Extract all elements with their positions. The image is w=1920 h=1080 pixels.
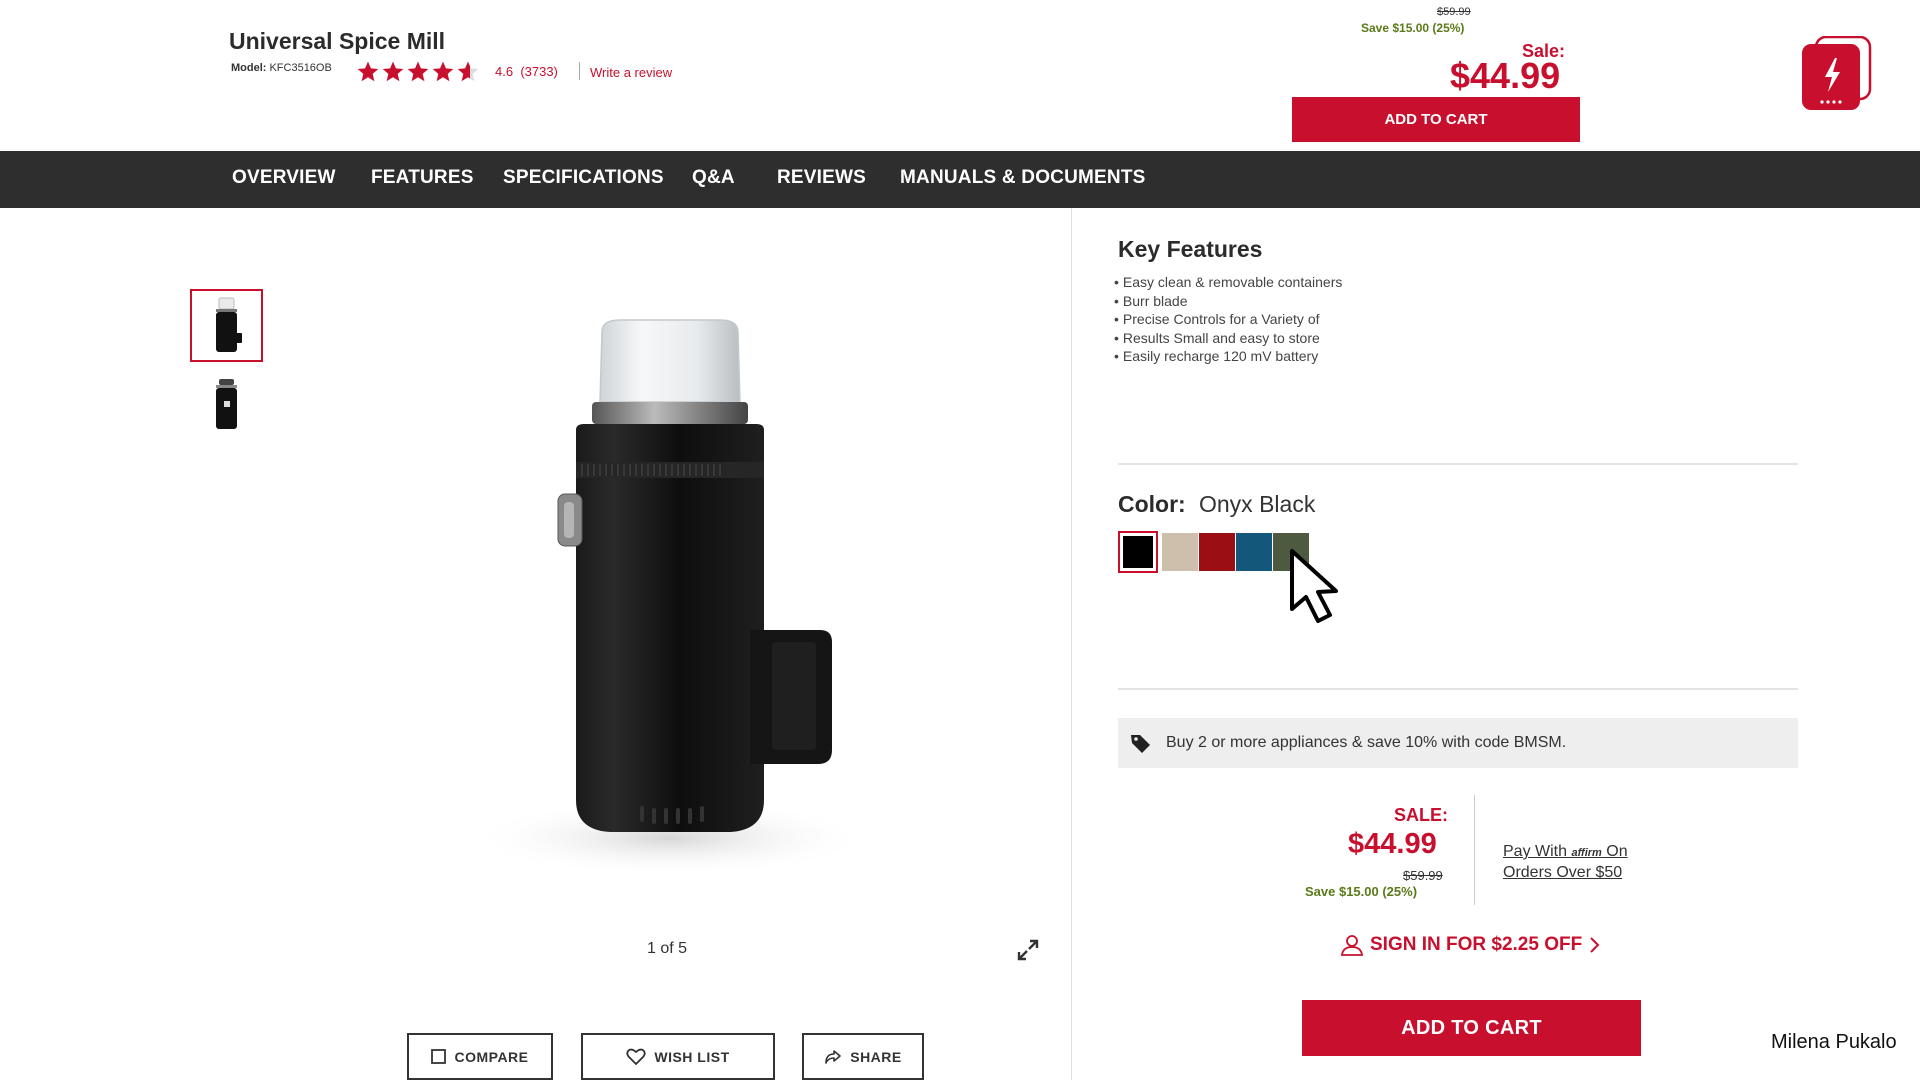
mouse-pointer-icon [1286, 547, 1358, 627]
star-icon [382, 61, 404, 82]
star-icon [357, 61, 379, 82]
affirm-logo: affirm [1571, 847, 1602, 859]
list-item: Easily recharge 120 mV battery [1114, 347, 1342, 366]
sale-label: SALE: [1394, 805, 1448, 825]
header-add-to-cart-button[interactable]: ADD TO CART [1292, 97, 1580, 142]
expand-icon[interactable] [1017, 939, 1039, 961]
compare-label: COMPARE [454, 1048, 529, 1065]
share-icon [825, 1049, 842, 1064]
product-title: Universal Spice Mill [229, 28, 446, 54]
color-swatch-blue[interactable] [1236, 533, 1272, 571]
author-credit: Milena Pukalo [1771, 1031, 1897, 1053]
list-item: Burr blade [1114, 292, 1342, 311]
color-swatch-onyx-black[interactable] [1118, 531, 1158, 573]
color-swatch-red[interactable] [1199, 533, 1235, 571]
rating-stars[interactable] [356, 60, 481, 84]
header-savings: Save $15.00 (25%) [1361, 21, 1465, 35]
model-label: Model: [231, 62, 267, 74]
tab-specifications[interactable]: SPECIFICATIONS [503, 167, 664, 189]
rating-value: 4.6 [495, 64, 514, 79]
tab-manuals-documents[interactable]: MANUALS & DOCUMENTS [900, 167, 1146, 189]
affirm-text: Orders Over $50 [1503, 864, 1623, 881]
image-pager: 1 of 5 [647, 940, 688, 957]
tag-icon [1131, 735, 1150, 753]
divider [579, 62, 580, 80]
tab-qa[interactable]: Q&A [692, 167, 735, 189]
list-item: Easy clean & removable containers [1114, 273, 1342, 292]
wish-list-button[interactable]: WISH LIST [581, 1033, 775, 1080]
divider [1474, 795, 1475, 905]
savings-text: Save $15.00 (25%) [1305, 884, 1418, 899]
checkbox-icon [431, 1049, 447, 1064]
model-info: Model: KFC3516OB [231, 62, 332, 74]
original-price: $59.99 [1403, 868, 1443, 883]
chevron-right-icon [1590, 937, 1600, 953]
tab-reviews[interactable]: REVIEWS [777, 167, 866, 189]
wish-list-label: WISH LIST [654, 1048, 730, 1065]
sign-in-discount-link[interactable]: SIGN IN FOR $2.25 OFF [1340, 934, 1606, 956]
add-to-cart-button[interactable]: ADD TO CART [1302, 1000, 1641, 1056]
color-label: Color: [1118, 491, 1186, 517]
spice-mill-image [470, 319, 870, 876]
rating-summary[interactable]: 4.6 (3733) [495, 64, 558, 79]
product-main-image[interactable] [400, 290, 950, 890]
column-divider [1071, 208, 1072, 1080]
user-icon [1340, 935, 1364, 956]
star-icon [407, 61, 429, 82]
promo-banner: Buy 2 or more appliances & save 10% with… [1118, 718, 1798, 768]
spice-mill-thumbnail-image [215, 378, 237, 429]
sign-in-text: SIGN IN FOR $2.25 OFF [1370, 934, 1583, 955]
sale-price: $44.99 [1348, 828, 1437, 860]
model-number: KFC3516OB [269, 62, 332, 74]
thumbnail-1[interactable] [190, 289, 263, 362]
share-button[interactable]: SHARE [802, 1033, 924, 1080]
affirm-financing-link[interactable]: Pay With affirm On Orders Over $50 [1503, 842, 1628, 882]
header-sale-price: $44.99 [1450, 55, 1561, 96]
tab-features[interactable]: FEATURES [371, 167, 474, 189]
list-item: Precise Controls for a Variety of [1114, 310, 1342, 329]
tab-overview[interactable]: OVERVIEW [232, 167, 336, 189]
selected-color-name: Onyx Black [1199, 491, 1316, 517]
affirm-text: Pay With [1503, 843, 1572, 860]
divider [1118, 688, 1798, 690]
star-icon [457, 61, 479, 82]
star-icon [432, 61, 454, 82]
list-item: Results Small and easy to store [1114, 329, 1342, 348]
write-review-link[interactable]: Write a review [590, 65, 672, 80]
thumbnail-2[interactable] [190, 367, 263, 440]
heart-icon [626, 1048, 647, 1065]
key-features-title: Key Features [1118, 236, 1263, 262]
compare-button[interactable]: COMPARE [407, 1033, 553, 1080]
affirm-text: On [1601, 843, 1628, 860]
divider [1118, 463, 1798, 465]
key-features-list: Easy clean & removable containers Burr b… [1114, 273, 1342, 366]
promo-text: Buy 2 or more appliances & save 10% with… [1166, 734, 1567, 751]
spice-mill-thumbnail-image [215, 297, 242, 352]
header-original-price: $59.99 [1437, 6, 1471, 18]
lightning-icon[interactable] [1800, 35, 1872, 112]
share-label: SHARE [850, 1048, 902, 1065]
review-count: (3733) [520, 64, 558, 79]
color-swatch-beige[interactable] [1162, 533, 1198, 571]
